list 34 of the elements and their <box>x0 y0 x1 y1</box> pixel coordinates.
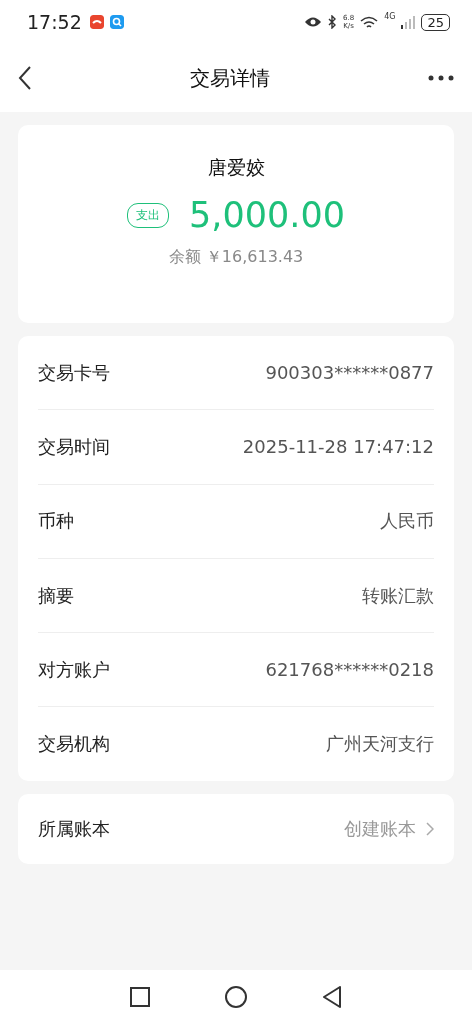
ledger-label: 所属账本 <box>38 816 110 841</box>
detail-value: 转账汇款 <box>362 583 434 608</box>
amount: 5,000.00 <box>189 195 345 235</box>
search-app-icon <box>109 15 124 29</box>
detail-value: 广州天河支行 <box>326 732 434 757</box>
detail-value: 人民币 <box>380 509 434 534</box>
detail-label: 交易机构 <box>38 732 110 757</box>
back-button[interactable] <box>18 66 32 90</box>
recents-button[interactable] <box>130 987 150 1007</box>
eye-icon <box>304 16 322 28</box>
detail-value: 900303******0877 <box>265 362 434 384</box>
back-nav-button[interactable] <box>322 986 342 1008</box>
detail-value: 621768******0218 <box>265 659 434 681</box>
detail-value: 2025-11-28 17:47:12 <box>242 436 434 458</box>
ledger-row[interactable]: 所属账本 创建账本 <box>18 793 454 864</box>
wifi-icon <box>360 15 379 29</box>
app-notification-icon <box>89 15 104 29</box>
payee-name: 唐爱姣 <box>207 155 265 180</box>
signal-icon <box>401 15 416 29</box>
detail-label: 对方账户 <box>38 657 110 682</box>
page-title: 交易详情 <box>190 64 270 92</box>
home-button[interactable] <box>225 986 247 1008</box>
status-time: 17:52 <box>27 11 82 33</box>
more-button[interactable] <box>428 75 454 81</box>
detail-label: 摘要 <box>38 583 74 608</box>
bluetooth-icon <box>328 15 337 29</box>
network-type: 4G <box>384 12 396 21</box>
detail-label: 交易时间 <box>38 434 110 459</box>
chevron-icon <box>426 821 434 836</box>
balance-text: 余额 ￥16,613.43 <box>168 247 304 268</box>
battery-level: 25 <box>421 13 450 31</box>
detail-label: 币种 <box>38 509 74 534</box>
detail-label: 交易卡号 <box>38 360 110 385</box>
expense-tag: 支出 <box>127 202 170 228</box>
